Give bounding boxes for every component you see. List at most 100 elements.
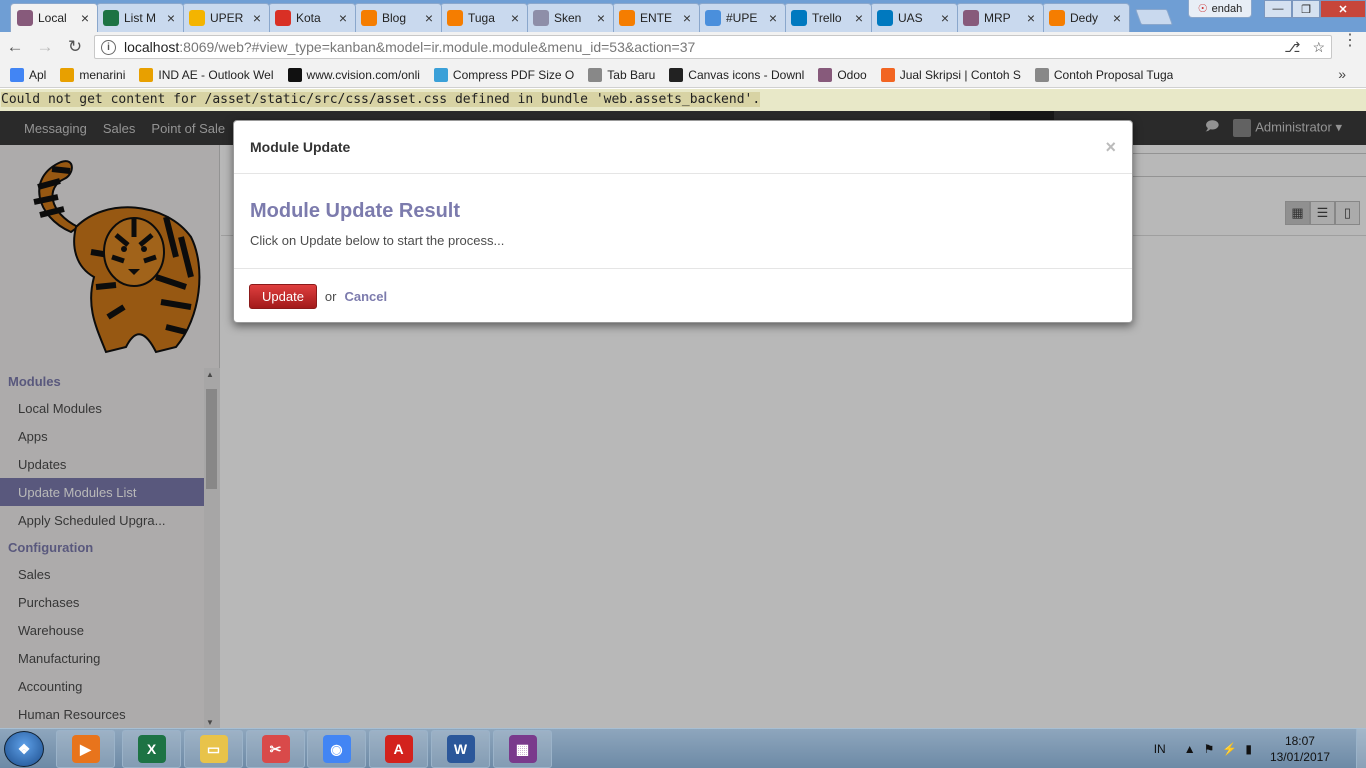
profile-icon: ☉ bbox=[1197, 3, 1208, 15]
bookmark-item[interactable]: menarini bbox=[60, 67, 126, 82]
pin-icon[interactable]: ⎇ bbox=[1284, 39, 1300, 56]
taskbar-app[interactable]: A bbox=[369, 730, 428, 768]
taskbar-app[interactable]: X bbox=[122, 730, 181, 768]
close-tab-icon[interactable]: × bbox=[79, 10, 91, 26]
browser-tab[interactable]: Blog × bbox=[354, 3, 442, 32]
taskbar-app[interactable]: ▦ bbox=[493, 730, 552, 768]
bookmark-item[interactable]: Tab Baru bbox=[588, 67, 656, 82]
bookmark-label: IND AE - Outlook Wel bbox=[158, 67, 274, 82]
close-window-button[interactable]: ✕ bbox=[1320, 0, 1366, 18]
browser-tab[interactable]: UAS × bbox=[870, 3, 958, 32]
canvas-icon bbox=[669, 67, 684, 82]
clock[interactable]: 18:07 13/01/2017 bbox=[1270, 733, 1330, 765]
browser-tab-strip: Dedy × MRP × UAS × Trello × #UPE × ENTE × Sken × Tuga ×… bbox=[0, 0, 1366, 32]
more-bookmarks-icon[interactable]: » bbox=[1338, 66, 1346, 82]
network-signal-icon[interactable]: ▮ bbox=[1245, 742, 1252, 756]
drive-icon bbox=[189, 10, 205, 26]
tab-label: UAS bbox=[898, 11, 923, 25]
taskbar-app[interactable]: ▭ bbox=[184, 730, 243, 768]
page-icon bbox=[588, 67, 603, 82]
action-center-icon[interactable]: ⚑ bbox=[1204, 742, 1215, 756]
excel-icon bbox=[103, 10, 119, 26]
browser-tab[interactable]: List M × bbox=[96, 3, 184, 32]
file-explorer-icon: ▭ bbox=[199, 735, 228, 763]
modal-body: Module Update Result Click on Update bel… bbox=[234, 174, 1132, 269]
bookmark-item[interactable]: IND AE - Outlook Wel bbox=[139, 67, 274, 82]
bookmark-item[interactable]: www.cvision.com/onli bbox=[287, 67, 420, 82]
cancel-link[interactable]: Cancel bbox=[344, 289, 387, 304]
show-desktop-button[interactable] bbox=[1356, 729, 1366, 768]
close-tab-icon[interactable]: × bbox=[1111, 10, 1123, 26]
winrar-icon: ▦ bbox=[508, 735, 537, 763]
power-icon[interactable]: ⚡ bbox=[1222, 742, 1237, 756]
browser-toolbar: ← → ↻ i localhost:8069/web?#view_type=ka… bbox=[0, 32, 1366, 62]
close-tab-icon[interactable]: × bbox=[423, 10, 435, 26]
blogger-icon bbox=[619, 10, 635, 26]
bookmark-item[interactable]: Contoh Proposal Tuga bbox=[1034, 67, 1173, 82]
close-tab-icon[interactable]: × bbox=[681, 10, 693, 26]
close-tab-icon[interactable]: × bbox=[337, 10, 349, 26]
blogger-icon bbox=[447, 10, 463, 26]
forward-button[interactable]: → bbox=[30, 37, 60, 57]
browser-tab[interactable]: Tuga × bbox=[440, 3, 528, 32]
bookmark-star-icon[interactable]: ☆ bbox=[1312, 39, 1325, 56]
media-player-icon: ▶ bbox=[71, 735, 100, 763]
back-button[interactable]: ← bbox=[0, 37, 30, 57]
close-tab-icon[interactable]: × bbox=[509, 10, 521, 26]
clock-time: 18:07 bbox=[1284, 734, 1315, 748]
close-tab-icon[interactable]: × bbox=[939, 10, 951, 26]
bookmark-item[interactable]: Apl bbox=[10, 67, 46, 82]
tray-expand-icon[interactable]: ▲ bbox=[1184, 742, 1196, 756]
browser-tab[interactable]: Local × bbox=[10, 3, 98, 32]
modal-footer: Update or Cancel bbox=[234, 269, 1132, 323]
close-tab-icon[interactable]: × bbox=[853, 10, 865, 26]
bookmark-item[interactable]: Odoo bbox=[818, 67, 867, 82]
rss-icon bbox=[880, 67, 895, 82]
odoo-page: Could not get content for /asset/static/… bbox=[0, 89, 1366, 728]
apps-icon bbox=[10, 67, 24, 82]
tab-label: Local bbox=[38, 11, 67, 25]
browser-tab[interactable]: MRP × bbox=[956, 3, 1044, 32]
update-button[interactable]: Update bbox=[249, 283, 317, 309]
language-indicator[interactable]: IN bbox=[1154, 742, 1166, 756]
browser-tab[interactable]: #UPE × bbox=[698, 3, 786, 32]
browser-tab[interactable]: Trello × bbox=[784, 3, 872, 32]
taskbar-app[interactable]: ▶ bbox=[56, 730, 115, 768]
browser-tab[interactable]: Kota × bbox=[268, 3, 356, 32]
modal-title: Module Update bbox=[250, 139, 351, 155]
trello-icon bbox=[877, 10, 893, 26]
close-tab-icon[interactable]: × bbox=[251, 10, 263, 26]
start-button[interactable]: ❖ bbox=[4, 731, 44, 767]
close-tab-icon[interactable]: × bbox=[595, 10, 607, 26]
bookmark-item[interactable]: Jual Skripsi | Contoh S bbox=[880, 67, 1021, 82]
browser-tab[interactable]: ENTE × bbox=[612, 3, 700, 32]
bookmark-label: menarini bbox=[79, 67, 126, 82]
profile-button[interactable]: ☉ endah bbox=[1188, 0, 1252, 18]
tab-label: Tuga bbox=[468, 11, 495, 25]
bookmark-label: Tab Baru bbox=[607, 67, 656, 82]
browser-menu-icon[interactable]: ⋮ bbox=[1342, 33, 1358, 49]
taskbar-app[interactable]: ◉ bbox=[307, 730, 366, 768]
maximize-button[interactable]: ❐ bbox=[1292, 0, 1320, 18]
tab-label: #UPE bbox=[726, 11, 758, 25]
word-icon: W bbox=[446, 735, 475, 763]
tab-label: Trello bbox=[812, 11, 842, 25]
close-icon[interactable]: × bbox=[1105, 137, 1116, 158]
close-tab-icon[interactable]: × bbox=[1025, 10, 1037, 26]
address-bar[interactable]: i localhost:8069/web?#view_type=kanban&m… bbox=[94, 35, 1332, 59]
acrobat-icon: A bbox=[384, 735, 413, 763]
close-tab-icon[interactable]: × bbox=[767, 10, 779, 26]
taskbar-app[interactable]: W bbox=[431, 730, 490, 768]
taskbar-app[interactable]: ✂ bbox=[246, 730, 305, 768]
bookmark-item[interactable]: Compress PDF Size O bbox=[433, 67, 574, 82]
new-tab-button[interactable] bbox=[1135, 9, 1173, 25]
browser-tab[interactable]: Sken × bbox=[526, 3, 614, 32]
bookmark-item[interactable]: Canvas icons - Downl bbox=[669, 67, 804, 82]
browser-tab[interactable]: UPER × bbox=[182, 3, 270, 32]
close-tab-icon[interactable]: × bbox=[165, 10, 177, 26]
browser-tab[interactable]: Dedy × bbox=[1042, 3, 1130, 32]
info-icon[interactable]: i bbox=[101, 39, 116, 55]
reload-button[interactable]: ↻ bbox=[60, 37, 90, 57]
minimize-button[interactable]: — bbox=[1264, 0, 1292, 18]
layers-icon bbox=[705, 10, 721, 26]
